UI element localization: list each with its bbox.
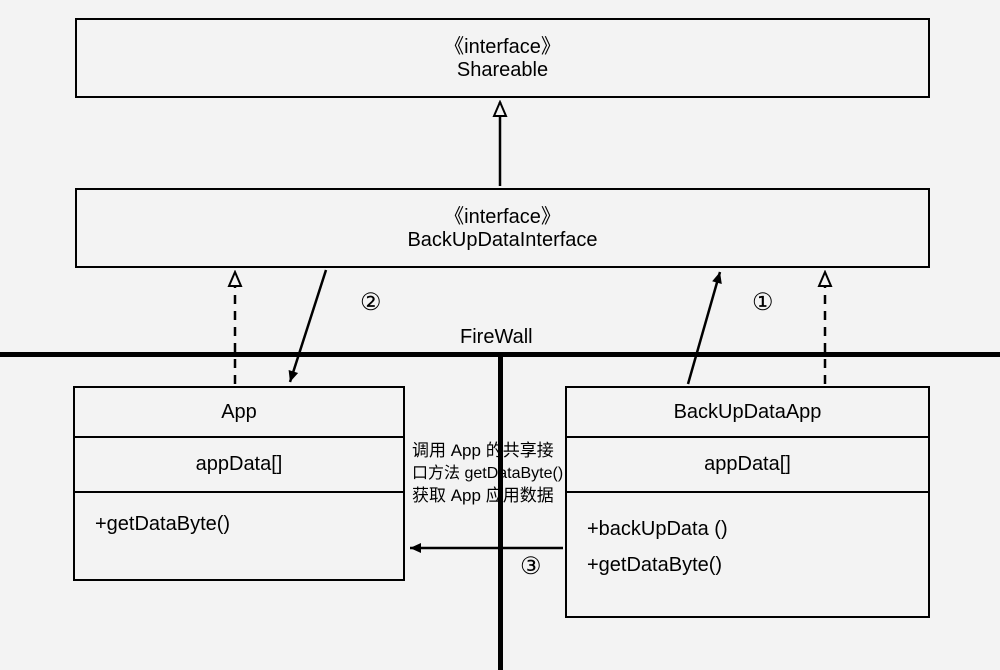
- backup-method-row: +backUpData () +getDataByte(): [567, 493, 928, 618]
- marker-2: ②: [360, 288, 382, 317]
- backup-method1: +backUpData (): [587, 511, 920, 547]
- arrow-step-1: [688, 272, 720, 384]
- stereotype-backup: 《interface》: [85, 200, 920, 229]
- backup-name: BackUpDataApp: [674, 401, 822, 423]
- marker-3: ③: [520, 552, 542, 581]
- note-line2: 口方法 getDataByte(): [412, 463, 612, 485]
- firewall-label: FireWall: [460, 326, 533, 349]
- name-shareable: Shareable: [85, 59, 920, 82]
- note-line1: 调用 App 的共享接: [412, 440, 612, 463]
- app-method-row: +getDataByte(): [75, 493, 403, 581]
- firewall-vertical-line: [498, 355, 503, 670]
- name-backup: BackUpDataInterface: [85, 229, 920, 252]
- class-backup-app: BackUpDataApp appData[] +backUpData () +…: [565, 386, 930, 618]
- app-method: +getDataByte(): [95, 513, 230, 535]
- interface-shareable: 《interface》 Shareable: [75, 18, 930, 98]
- backup-attr-row: appData[]: [567, 438, 928, 493]
- note-block: 调用 App 的共享接 口方法 getDataByte() 获取 App 应用数…: [412, 440, 612, 507]
- marker-1: ①: [752, 288, 774, 317]
- app-name: App: [221, 401, 257, 423]
- interface-backupdata: 《interface》 BackUpDataInterface: [75, 188, 930, 268]
- backup-attribute: appData[]: [704, 453, 791, 475]
- app-attr-row: appData[]: [75, 438, 403, 493]
- app-name-row: App: [75, 388, 403, 438]
- stereotype-shareable: 《interface》: [85, 30, 920, 59]
- app-attribute: appData[]: [196, 453, 283, 475]
- backup-name-row: BackUpDataApp: [567, 388, 928, 438]
- class-app: App appData[] +getDataByte(): [73, 386, 405, 581]
- arrow-step-2: [290, 270, 326, 382]
- backup-method2: +getDataByte(): [587, 547, 920, 583]
- note-line3: 获取 App 应用数据: [412, 485, 612, 508]
